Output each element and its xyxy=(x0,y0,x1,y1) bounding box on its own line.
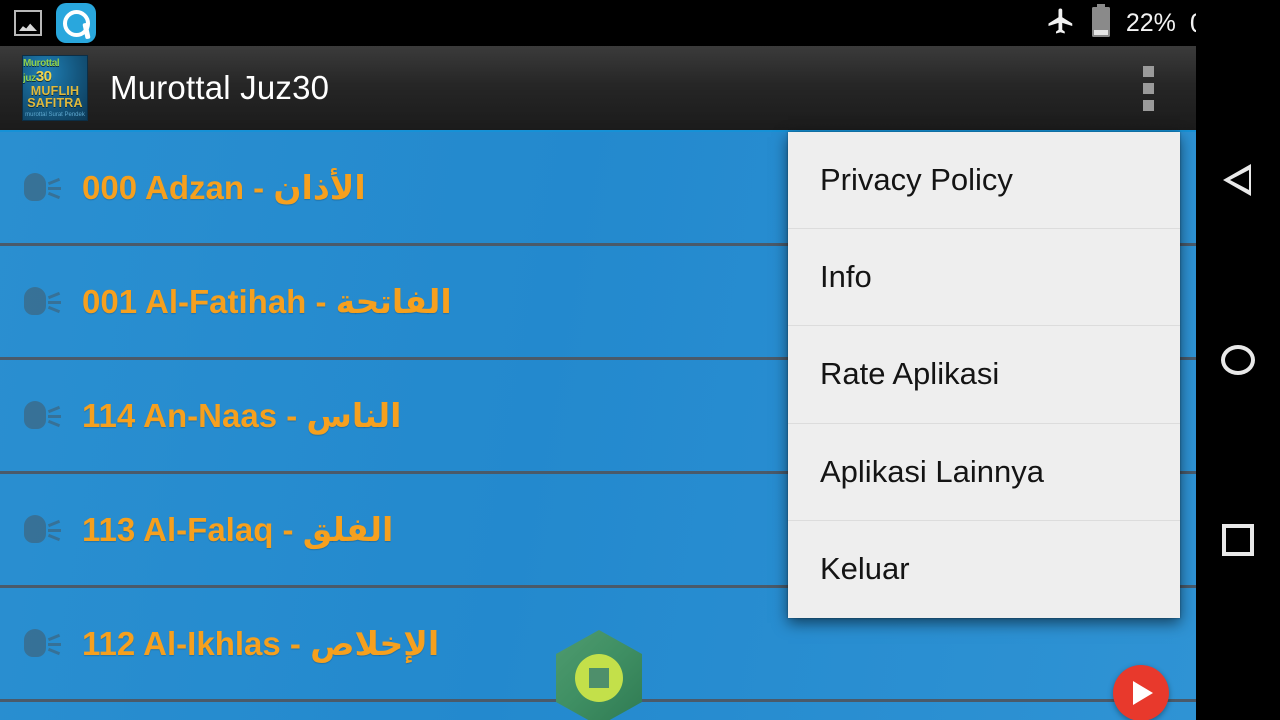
app-logo-line4: murottal Surat Pendek xyxy=(25,111,85,118)
menu-item-label: Keluar xyxy=(820,551,910,587)
list-item-label: 001 Al-Fatihah - الفاتحة xyxy=(82,283,452,320)
list-item-label: 112 Al-Ikhlas - الإخلاص xyxy=(82,625,440,662)
app-logo-icon: Murottal juz30 MUFLIH SAFITRA murottal S… xyxy=(22,55,88,121)
android-navigation-bar xyxy=(1196,0,1280,720)
overflow-menu-icon[interactable] xyxy=(1128,62,1168,114)
speaker-person-icon xyxy=(18,392,66,440)
battery-icon xyxy=(1090,3,1112,43)
back-triangle-icon[interactable] xyxy=(1210,152,1266,208)
status-bar-notifications xyxy=(0,3,96,43)
menu-item-keluar[interactable]: Keluar xyxy=(788,521,1180,618)
action-bar: Murottal juz30 MUFLIH SAFITRA murottal S… xyxy=(0,46,1196,132)
recents-square-icon[interactable] xyxy=(1210,512,1266,568)
menu-item-info[interactable]: Info xyxy=(788,229,1180,327)
menu-item-privacy-policy[interactable]: Privacy Policy xyxy=(788,132,1180,230)
overflow-popup-menu[interactable]: Privacy Policy Info Rate Aplikasi Aplika… xyxy=(788,132,1180,618)
list-item-label: 000 Adzan - الأذان xyxy=(82,169,366,206)
airplane-icon xyxy=(1046,6,1076,41)
battery-percent: 22% xyxy=(1125,8,1176,37)
app-title: Murottal Juz30 xyxy=(110,69,330,106)
image-icon xyxy=(14,10,42,36)
screen-recorder-stop-icon[interactable] xyxy=(556,630,642,720)
menu-item-label: Info xyxy=(820,259,872,295)
menu-item-label: Rate Aplikasi xyxy=(820,356,1000,392)
speaker-person-icon xyxy=(18,164,66,212)
speaker-person-icon xyxy=(18,506,66,554)
list-item-label: 113 Al-Falaq - الفلق xyxy=(82,511,394,548)
menu-item-rate-aplikasi[interactable]: Rate Aplikasi xyxy=(788,326,1180,424)
menu-item-label: Aplikasi Lainnya xyxy=(820,453,1045,489)
phone-screen: 22% 02:22 Murottal juz30 MUFLIH SAFITRA … xyxy=(0,0,1280,720)
app-logo-line1-sub: juz xyxy=(23,72,36,84)
app-logo-line3: SAFITRA xyxy=(27,96,83,110)
list-item-label: 114 An-Naas - الناس xyxy=(82,397,402,434)
home-circle-icon[interactable] xyxy=(1210,332,1266,388)
play-icon[interactable] xyxy=(1113,665,1169,720)
speaker-person-icon xyxy=(18,278,66,326)
menu-item-label: Privacy Policy xyxy=(820,162,1013,198)
menu-item-aplikasi-lainnya[interactable]: Aplikasi Lainnya xyxy=(788,424,1180,521)
speaker-person-icon xyxy=(18,620,66,668)
status-bar: 22% 02:22 xyxy=(0,0,1280,46)
app-logo-line1-big: 30 xyxy=(35,67,52,85)
app9-icon xyxy=(56,3,96,43)
